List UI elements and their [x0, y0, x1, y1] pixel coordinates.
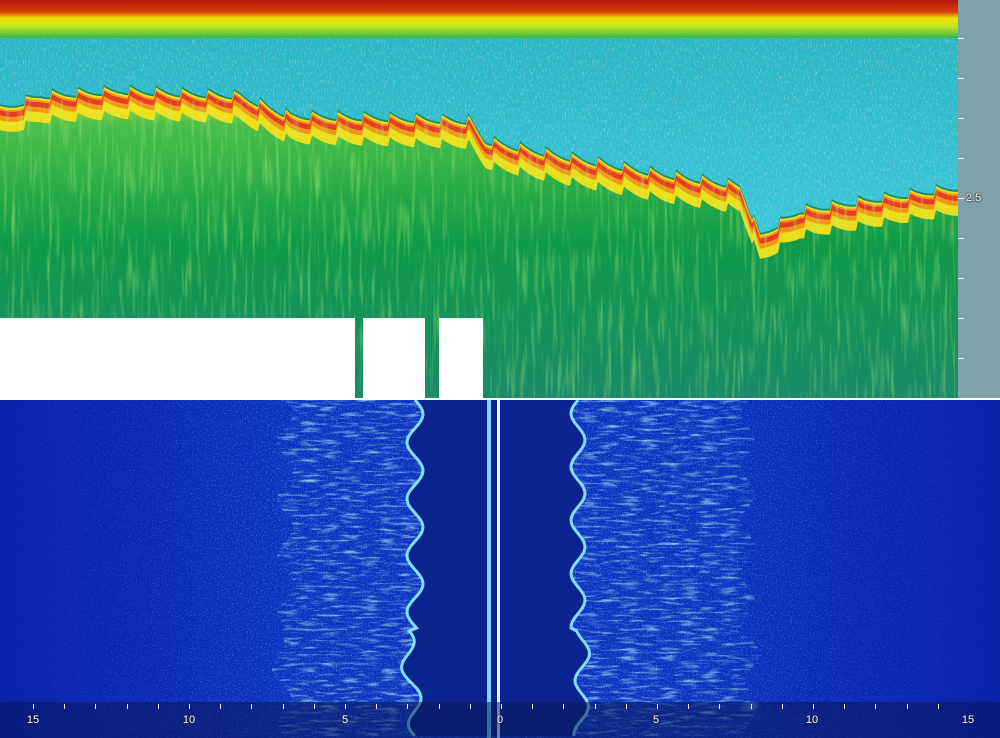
- range-tick: [438, 704, 440, 709]
- nadir-line: [497, 400, 500, 738]
- range-label: 10: [182, 714, 196, 726]
- range-label: 5: [652, 714, 660, 726]
- depth-tick: [958, 318, 964, 319]
- depth-axis: 2.5: [958, 0, 1000, 398]
- range-tick: [64, 704, 66, 709]
- range-tick: [33, 704, 34, 709]
- range-tick: [251, 704, 253, 709]
- range-tick: [781, 704, 783, 709]
- range-tick: [532, 704, 534, 709]
- depth-tick: [958, 358, 964, 359]
- range-label: 10: [805, 714, 819, 726]
- range-tick: [95, 704, 97, 709]
- echogram-panel[interactable]: 2.5: [0, 0, 1000, 398]
- range-tick: [501, 704, 502, 709]
- range-tick: [594, 704, 596, 709]
- nadir-line: [487, 400, 491, 738]
- sidescan-panel[interactable]: [0, 400, 1000, 738]
- sonar-display: 2.5 15 10 5 0 5 10 15: [0, 0, 1000, 738]
- range-tick: [126, 704, 128, 709]
- range-tick: [189, 704, 190, 709]
- range-tick: [345, 704, 346, 709]
- range-tick: [407, 704, 409, 709]
- range-tick: [157, 704, 159, 709]
- sidescan-image: [0, 400, 1000, 738]
- range-tick: [844, 704, 846, 709]
- depth-tick: [958, 118, 964, 119]
- range-tick: [657, 704, 658, 709]
- depth-tick: [958, 158, 964, 159]
- range-tick: [750, 704, 752, 709]
- range-tick: [688, 704, 690, 709]
- range-scale: 15 10 5 0 5 10 15: [0, 702, 1000, 738]
- range-tick: [282, 704, 284, 709]
- range-label: 5: [341, 714, 349, 726]
- range-label: 15: [961, 714, 975, 726]
- range-tick: [563, 704, 565, 709]
- range-tick: [813, 704, 814, 709]
- range-tick: [469, 704, 471, 709]
- range-tick: [719, 704, 721, 709]
- depth-tick: [958, 278, 964, 279]
- range-tick: [625, 704, 627, 709]
- range-tick: [937, 704, 939, 709]
- water-column: [401, 400, 590, 736]
- range-tick: [906, 704, 908, 709]
- no-data-block: [0, 318, 355, 398]
- range-tick: [376, 704, 378, 709]
- depth-tick: [958, 238, 964, 239]
- depth-tick: [958, 78, 964, 79]
- range-tick: [220, 704, 222, 709]
- no-data-block: [439, 318, 483, 398]
- range-label: 0: [496, 714, 504, 726]
- range-label: 15: [26, 714, 40, 726]
- range-tick: [313, 704, 315, 709]
- no-data-block: [363, 318, 425, 398]
- depth-tick: [958, 198, 964, 199]
- depth-label: 2.5: [966, 192, 982, 204]
- range-tick: [875, 704, 877, 709]
- echogram-image: [0, 0, 1000, 398]
- depth-tick: [958, 38, 964, 39]
